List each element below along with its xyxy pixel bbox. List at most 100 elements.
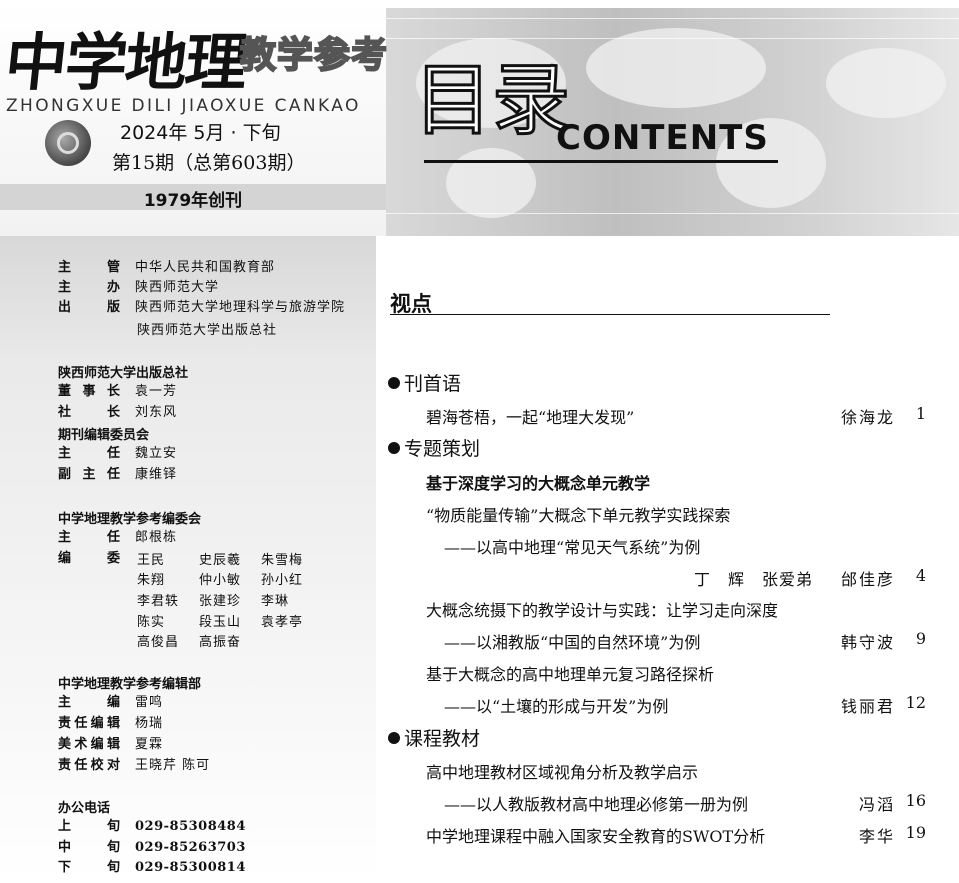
toc-entry-page: 19 [905,823,926,842]
masthead-label: 责任编辑 [58,716,120,731]
board-member: 仲小敏 [199,573,242,588]
office-heading: 中学地理教学参考编辑部 [58,677,202,692]
toc-entry-page: 4 [915,566,926,585]
phone-label: 上旬 [58,819,120,834]
board-member: 袁孝亭 [261,615,304,630]
masthead-row: 主任 郎根栋 [58,528,177,548]
category-label: 课程教材 [404,728,481,750]
masthead-value: 魏立安 [135,446,178,461]
masthead-value: 陕西师范大学地理科学与旅游学院 [135,300,346,315]
toc-entry-page: 12 [905,693,926,712]
masthead-publisher2: 陕西师范大学出版总社 [137,323,278,338]
masthead-label: 出版 [58,300,120,315]
toc-entry-author: 徐海龙 [840,408,895,427]
bullet-icon [388,732,400,744]
toc-entry-title[interactable]: 大概念统摄下的教学设计与实践：让学习走向深度 [426,597,778,621]
section-rule [390,314,830,315]
issue-number: 第15期（总第603期） [112,152,306,174]
masthead-row: 主管 中华人民共和国教育部 [58,258,275,278]
toc-entry-title[interactable]: 基于深度学习的大概念单元教学 [426,470,650,494]
masthead-row: 出版 陕西师范大学地理科学与旅游学院 [58,298,345,318]
board-member: 朱翔 [137,573,166,588]
bullet-icon [388,442,400,454]
masthead-value: 王晓芹 陈可 [135,758,211,773]
board-member: 高振奋 [199,635,242,650]
phone-number: 029-85300814 [135,860,246,875]
toc-entry-author: 邰佳彦 [840,570,895,589]
toc-entry-author: 冯滔 [858,795,895,814]
phone-row: 下旬 029-85300814 [58,858,246,878]
masthead-label: 主办 [58,280,120,295]
toc-entry-subtitle: ——以“土壤的形成与开发”为例 [444,697,669,716]
board-members-row: 王民 史辰羲 朱雪梅 [137,549,323,568]
toc-entry-author: 钱丽君 [840,697,895,716]
board-member: 朱雪梅 [261,553,304,568]
phone-label: 中旬 [58,840,120,855]
masthead-row: 编委 [58,549,135,569]
phone-heading: 办公电话 [58,801,111,816]
journal-logo-subtitle: 教学参考 [239,34,389,77]
masthead-value: 袁一芳 [135,384,178,399]
masthead-value: 雷鸣 [135,695,164,710]
toc-entry-title[interactable]: 碧海苍梧，一起“地理大发现” [426,404,634,428]
press-heading: 陕西师范大学出版总社 [58,366,189,381]
masthead-label: 社长 [58,405,120,420]
masthead-label: 主任 [58,530,120,545]
masthead-value: 杨瑞 [135,716,164,731]
bullet-icon [388,377,400,389]
toc-entry-subtitle: ——以湘教版“中国的自然环境”为例 [444,633,701,652]
masthead-value: 中华人民共和国教育部 [135,260,276,275]
phone-row: 上旬 029-85308484 [58,817,246,837]
masthead-row: 副主任 康维铎 [58,465,177,485]
board-member: 张建珍 [199,594,242,609]
title-underline [424,160,778,163]
toc-entry-title[interactable]: 中学地理课程中融入国家安全教育的SWOT分析 [426,823,765,847]
masthead-label: 董事长 [58,384,120,399]
phone-number: 029-85308484 [135,819,246,834]
masthead-row: 主任 魏立安 [58,444,177,464]
toc-entry-subtitle: ——以人教版教材高中地理必修第一册为例 [444,795,749,814]
board-heading: 中学地理教学参考编委会 [58,512,202,527]
category-label: 刊首语 [404,373,462,395]
masthead-label: 主任 [58,446,120,461]
masthead-value: 夏霖 [135,737,164,752]
toc-title-en: CONTENTS [556,118,769,158]
masthead-label: 主编 [58,695,120,710]
toc-entry-coauthors: 丁 辉 张爱弟 [694,570,814,589]
issue-date: 2024年 5月 · 下旬 [120,122,281,144]
toc-entry-title[interactable]: “物质能量传输”大概念下单元教学实践探索 [426,502,730,526]
toc-entry-page: 16 [905,791,926,810]
toc-entry-title[interactable]: 基于大概念的高中地理单元复习路径探析 [426,661,714,685]
board-members-row: 陈实 段玉山 袁孝亭 [137,611,323,630]
masthead-value: 陕西师范大学 [135,280,220,295]
board-member: 陈实 [137,615,166,630]
masthead-label: 美术编辑 [58,737,120,752]
toc-entry-title[interactable]: 高中地理教材区域视角分析及教学启示 [426,759,698,783]
toc-category: 专题策划 [388,434,480,461]
phone-number: 029-85263703 [135,840,246,855]
masthead-value: 康维铎 [135,467,178,482]
toc-category: 课程教材 [388,724,480,751]
masthead-label: 主管 [58,260,120,275]
masthead-row: 社长 刘东风 [58,403,177,423]
toc-entry-page: 1 [915,404,926,423]
toc-category: 刊首语 [388,369,461,396]
journal-emblem-icon [45,120,91,166]
board-member: 段玉山 [199,615,242,630]
masthead-row: 美术编辑 夏霖 [58,735,163,755]
toc-title-cn: 目录 [412,56,571,146]
masthead-value: 刘东风 [135,405,178,420]
phone-label: 下旬 [58,860,120,875]
board-members-row: 高俊昌 高振奋 [137,631,261,650]
board-member: 王民 [137,553,166,568]
category-label: 专题策划 [404,438,481,460]
board-member: 孙小红 [261,573,304,588]
board-members-row: 朱翔 仲小敏 孙小红 [137,569,323,588]
header-banner: 中学地理 教学参考 ZHONGXUE DILI JIAOXUE CANKAO 2… [0,0,959,236]
committee-heading: 期刊编辑委员会 [58,428,150,443]
masthead-row: 责任编辑 杨瑞 [58,714,163,734]
masthead-row: 主编 雷鸣 [58,693,163,713]
board-member: 李君轶 [137,594,180,609]
phone-row: 中旬 029-85263703 [58,838,246,858]
journal-logo: 中学地理 [1,26,250,99]
